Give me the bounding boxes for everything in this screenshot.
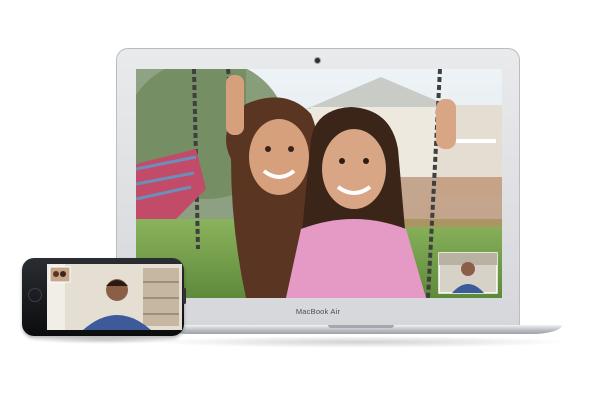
facetime-pip: [438, 252, 498, 294]
camera-dot-icon: [315, 58, 320, 63]
pink-jacket: [286, 219, 426, 298]
home-button-icon: [28, 288, 42, 302]
raised-arm: [226, 75, 244, 135]
facetime-scene-photo: [136, 69, 502, 298]
base-notch: [328, 325, 394, 328]
iphone-landscape: [22, 258, 186, 336]
product-scene: MacBook Air: [0, 0, 600, 400]
facetime-laptop-screen: [136, 69, 502, 298]
facetime-caller-photo: [47, 264, 182, 330]
phone-shadow: [25, 336, 185, 344]
phone-pip-thumbnail: [49, 266, 71, 283]
laptop-shadow: [150, 336, 570, 348]
facetime-phone-screen: [47, 264, 182, 330]
raised-hand: [436, 99, 456, 149]
phone-speaker: [183, 288, 186, 304]
face-left: [249, 119, 309, 195]
face-right: [322, 129, 386, 209]
macbook-base: [160, 325, 562, 334]
